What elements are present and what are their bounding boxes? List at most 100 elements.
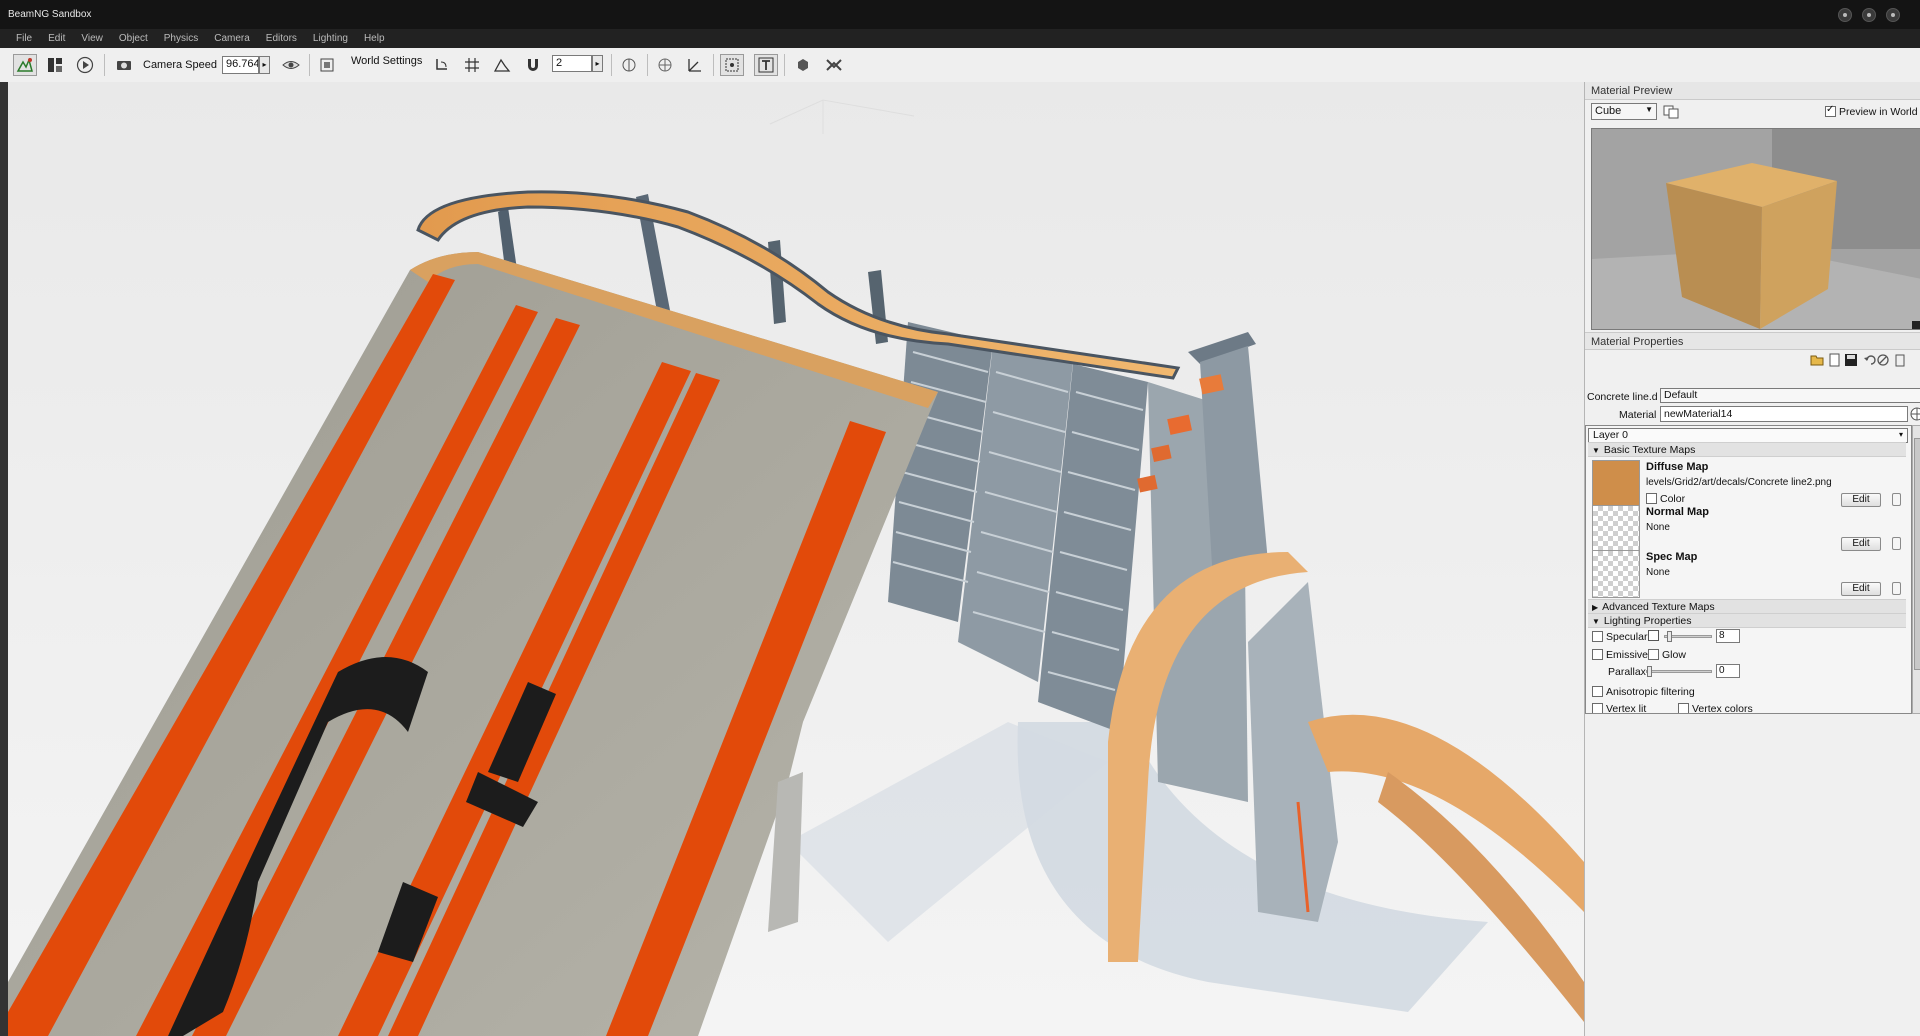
properties-scrollbar[interactable] [1912, 425, 1920, 714]
menu-help[interactable]: Help [356, 29, 393, 44]
toolbar-separator [611, 54, 612, 76]
glow-option[interactable]: Glow [1648, 649, 1686, 661]
specular-power-input[interactable]: 8 [1716, 629, 1740, 643]
diffuse-color-checkbox[interactable] [1646, 493, 1657, 504]
drop-object-icon[interactable] [791, 54, 815, 76]
world-transform-icon[interactable] [683, 54, 707, 76]
menu-editors[interactable]: Editors [258, 29, 305, 44]
specular-option[interactable]: Specular [1592, 631, 1647, 643]
menu-lighting[interactable]: Lighting [305, 29, 356, 44]
camera-speed-input[interactable]: 96.764 [222, 56, 259, 74]
specular-checkbox[interactable] [1592, 631, 1603, 642]
grid-size-input[interactable]: 2 [552, 55, 592, 72]
parallax-label: Parallax [1608, 666, 1646, 678]
material-properties-header: Material Properties [1585, 332, 1920, 350]
spec-delete-icon[interactable] [1892, 582, 1901, 595]
screenshot-icon[interactable] [315, 54, 339, 76]
emissive-checkbox[interactable] [1592, 649, 1603, 660]
parallax-input[interactable]: 0 [1716, 664, 1740, 678]
diffuse-map-thumbnail[interactable] [1592, 460, 1640, 508]
world-settings-label[interactable]: World Settings [351, 55, 422, 67]
normal-map-thumbnail[interactable] [1592, 505, 1640, 553]
scene-render [8, 82, 1584, 1036]
specular-label: Specular [1606, 631, 1648, 643]
collapse-arrow-icon: ▼ [1592, 446, 1600, 455]
layer-value: Layer 0 [1593, 429, 1629, 441]
glow-label: Glow [1662, 649, 1686, 661]
material-name-input[interactable]: newMaterial14 [1660, 406, 1908, 422]
bounds-center-icon[interactable] [653, 54, 677, 76]
emissive-option[interactable]: Emissive [1592, 649, 1648, 661]
select-box-icon[interactable] [720, 54, 744, 76]
glow-checkbox[interactable] [1648, 649, 1659, 660]
diffuse-edit-button[interactable]: Edit [1841, 493, 1881, 507]
scrollbar-thumb[interactable] [1914, 438, 1920, 670]
material-properties-scroll-area: Layer 0 ▾ ▼ Basic Texture Maps Diffuse Map… [1585, 425, 1912, 714]
menu-camera[interactable]: Camera [206, 29, 258, 44]
preview-in-world-option[interactable]: Preview in World [1825, 104, 1918, 118]
snap-rotate-icon[interactable] [430, 54, 454, 76]
collapse-arrow-icon: ▼ [1592, 617, 1600, 626]
fullscreen-icon[interactable] [822, 54, 846, 76]
preview-options-icon[interactable] [1663, 103, 1679, 119]
specular-power-slider[interactable] [1664, 631, 1712, 642]
grid-snap-icon[interactable] [460, 54, 484, 76]
camera-speed-stepper[interactable]: ▸ [259, 56, 270, 74]
spec-edit-button[interactable]: Edit [1841, 582, 1881, 596]
menu-physics[interactable]: Physics [156, 29, 206, 44]
menu-object[interactable]: Object [111, 29, 156, 44]
parallax-slider[interactable] [1646, 666, 1712, 677]
vertex-lit-label: Vertex lit [1606, 703, 1647, 714]
mapto-select[interactable]: Default [1660, 388, 1920, 403]
lighting-properties-header[interactable]: ▼ Lighting Properties [1588, 613, 1906, 628]
eye-icon[interactable] [279, 54, 303, 76]
mapto-value: Default [1664, 389, 1698, 401]
anisotropic-label: Anisotropic filtering [1606, 686, 1695, 698]
diffuse-color-option[interactable]: Color [1646, 493, 1685, 505]
material-globe-icon[interactable] [1909, 406, 1920, 422]
spec-map-name: Spec Map [1646, 551, 1698, 563]
material-editor-panel: Material Preview Cube▼ Preview in World … [1584, 82, 1920, 1036]
normal-map-path: None [1646, 522, 1670, 533]
play-icon[interactable] [73, 54, 97, 76]
vertex-lit-checkbox[interactable] [1592, 703, 1603, 713]
menu-file[interactable]: File [0, 29, 40, 44]
window-title: BeamNG Sandbox [8, 9, 92, 20]
camera-icon[interactable] [112, 54, 136, 76]
terrain-snap-icon[interactable] [490, 54, 514, 76]
gui-editor-icon[interactable] [43, 54, 67, 76]
spec-map-thumbnail[interactable] [1592, 550, 1640, 598]
magnet-icon[interactable] [521, 54, 545, 76]
text-labels-icon[interactable] [754, 54, 778, 76]
vertex-colors-option[interactable]: Vertex colors [1678, 703, 1753, 714]
grid-size-stepper[interactable]: ▸ [592, 55, 603, 72]
layer-select[interactable]: Layer 0 ▾ [1588, 428, 1908, 443]
delete-icon [1895, 354, 1905, 367]
material-preview-viewport[interactable] [1591, 128, 1920, 330]
preview-shape-select[interactable]: Cube ▼ [1591, 103, 1657, 120]
close-button[interactable] [1886, 8, 1900, 22]
vertex-colors-checkbox[interactable] [1678, 703, 1689, 713]
normal-delete-icon[interactable] [1892, 537, 1901, 550]
diffuse-delete-icon[interactable] [1892, 493, 1901, 506]
anisotropic-checkbox[interactable] [1592, 686, 1603, 697]
anisotropic-option[interactable]: Anisotropic filtering [1592, 686, 1695, 698]
preview-in-world-checkbox[interactable] [1825, 104, 1836, 117]
scene-viewport[interactable] [8, 82, 1584, 1036]
world-editor-icon[interactable] [13, 54, 37, 76]
menu-view[interactable]: View [73, 29, 111, 44]
material-name-label: Material [1619, 409, 1657, 421]
maximize-button[interactable] [1862, 8, 1876, 22]
menu-edit[interactable]: Edit [40, 29, 73, 44]
vertex-lit-option[interactable]: Vertex lit [1592, 703, 1647, 714]
basic-texture-maps-label: Basic Texture Maps [1603, 444, 1696, 456]
basic-texture-maps-header[interactable]: ▼ Basic Texture Maps [1588, 442, 1906, 457]
minimize-button[interactable] [1838, 8, 1852, 22]
object-center-icon[interactable] [617, 54, 641, 76]
vertex-colors-label: Vertex colors [1692, 703, 1753, 714]
toolbar-separator [104, 54, 105, 76]
normal-edit-button[interactable]: Edit [1841, 537, 1881, 551]
specular-color-swatch[interactable] [1648, 630, 1659, 641]
emissive-label: Emissive [1606, 649, 1649, 661]
advanced-texture-maps-header[interactable]: ▶ Advanced Texture Maps [1588, 599, 1906, 614]
